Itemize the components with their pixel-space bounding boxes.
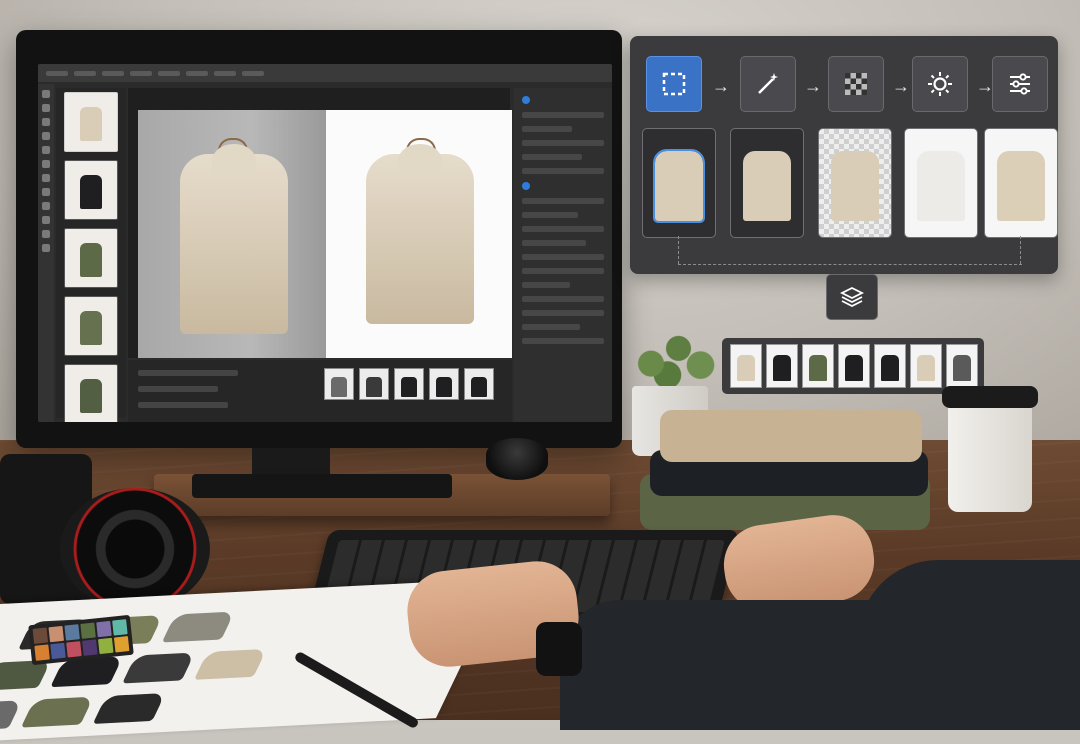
arrow-right-icon: → — [892, 76, 910, 96]
step-preview-adjusted — [984, 128, 1058, 238]
edited-photo — [326, 110, 512, 358]
property-row[interactable] — [522, 268, 604, 274]
thumbnail-black-jacket[interactable] — [64, 160, 118, 220]
magic-wand-icon[interactable] — [740, 56, 796, 112]
variant-thumbnail[interactable] — [394, 368, 424, 400]
thumbnail-beige-jacket[interactable] — [64, 92, 118, 152]
folded-beige-jacket — [660, 410, 922, 462]
marquee-tool-icon[interactable] — [42, 104, 50, 112]
layer-visibility-dot[interactable] — [522, 96, 530, 104]
step-preview-selection — [642, 128, 716, 238]
property-row[interactable] — [522, 140, 604, 146]
camera-lens — [60, 488, 210, 610]
property-row[interactable] — [522, 212, 578, 218]
photo-editor-screen — [38, 64, 612, 422]
option-row — [138, 402, 228, 408]
property-row[interactable] — [522, 226, 604, 232]
checkerboard-icon[interactable] — [828, 56, 884, 112]
tools-panel — [38, 84, 54, 422]
property-row[interactable] — [522, 310, 604, 316]
property-row[interactable] — [522, 254, 604, 260]
variant-strip — [324, 368, 494, 400]
menu-item[interactable] — [102, 70, 124, 76]
eraser-tool-icon[interactable] — [42, 174, 50, 182]
image-thumbnail-list — [56, 88, 126, 422]
left-sleeve — [560, 600, 940, 730]
menu-bar — [38, 64, 612, 82]
hand-tool-icon[interactable] — [42, 230, 50, 238]
menu-item[interactable] — [214, 70, 236, 76]
property-row[interactable] — [522, 324, 580, 330]
output-thumbnail[interactable] — [766, 344, 798, 388]
menu-item[interactable] — [158, 70, 180, 76]
text-tool-icon[interactable] — [42, 216, 50, 224]
move-tool-icon[interactable] — [42, 90, 50, 98]
beige-jacket — [366, 144, 474, 324]
menu-item[interactable] — [186, 70, 208, 76]
connector — [1020, 236, 1021, 264]
property-row[interactable] — [522, 198, 604, 204]
variant-thumbnail[interactable] — [429, 368, 459, 400]
step-preview-transparent — [818, 128, 892, 238]
coffee-cup — [948, 394, 1032, 512]
sliders-icon[interactable] — [992, 56, 1048, 112]
zoom-tool-icon[interactable] — [42, 244, 50, 252]
option-row — [138, 386, 218, 392]
thumbnail-olive-jacket[interactable] — [64, 228, 118, 288]
arrow-right-icon: → — [712, 76, 730, 96]
layers-icon[interactable] — [826, 274, 878, 320]
arrow-right-icon: → — [804, 76, 822, 96]
coffee-cup-lid — [942, 386, 1038, 408]
crop-tool-icon[interactable] — [42, 132, 50, 140]
menu-item[interactable] — [74, 70, 96, 76]
sun-icon[interactable] — [912, 56, 968, 112]
properties-panel — [514, 88, 612, 422]
property-row[interactable] — [522, 338, 604, 344]
lasso-tool-icon[interactable] — [42, 118, 50, 126]
property-row[interactable] — [522, 168, 604, 174]
brush-tool-icon[interactable] — [42, 160, 50, 168]
original-photo — [138, 110, 326, 358]
editing-workflow-panel: → → → → — [630, 36, 1058, 274]
menu-item[interactable] — [130, 70, 152, 76]
property-row[interactable] — [522, 154, 582, 160]
output-thumbnail[interactable] — [946, 344, 978, 388]
timeline-panel — [128, 360, 512, 422]
batch-output-strip — [722, 338, 984, 394]
property-row[interactable] — [522, 240, 586, 246]
step-preview-cutout — [730, 128, 804, 238]
beige-jacket — [180, 144, 288, 334]
output-thumbnail[interactable] — [838, 344, 870, 388]
property-row[interactable] — [522, 126, 572, 132]
pen-tool-icon[interactable] — [42, 202, 50, 210]
plant — [618, 318, 728, 394]
variant-thumbnail[interactable] — [464, 368, 494, 400]
variant-thumbnail[interactable] — [324, 368, 354, 400]
control-dial[interactable] — [486, 438, 548, 480]
output-thumbnail[interactable] — [802, 344, 834, 388]
menu-item[interactable] — [46, 70, 68, 76]
output-thumbnail[interactable] — [730, 344, 762, 388]
output-thumbnail[interactable] — [910, 344, 942, 388]
option-row — [138, 370, 238, 376]
eyedropper-tool-icon[interactable] — [42, 146, 50, 154]
step-preview-lighting — [904, 128, 978, 238]
layer-visibility-dot[interactable] — [522, 182, 530, 190]
editing-canvas[interactable] — [128, 88, 512, 358]
output-thumbnail[interactable] — [874, 344, 906, 388]
monitor — [16, 30, 622, 448]
connector — [678, 264, 1022, 265]
monitor-stand-base — [192, 474, 452, 498]
property-row[interactable] — [522, 296, 604, 302]
selection-icon[interactable] — [646, 56, 702, 112]
thumbnail-olive-jacket[interactable] — [64, 364, 118, 422]
property-row[interactable] — [522, 282, 570, 288]
menu-item[interactable] — [242, 70, 264, 76]
wristwatch — [536, 622, 582, 676]
property-row[interactable] — [522, 112, 604, 118]
variant-thumbnail[interactable] — [359, 368, 389, 400]
thumbnail-olive-jacket[interactable] — [64, 296, 118, 356]
connector — [678, 236, 679, 264]
gradient-tool-icon[interactable] — [42, 188, 50, 196]
